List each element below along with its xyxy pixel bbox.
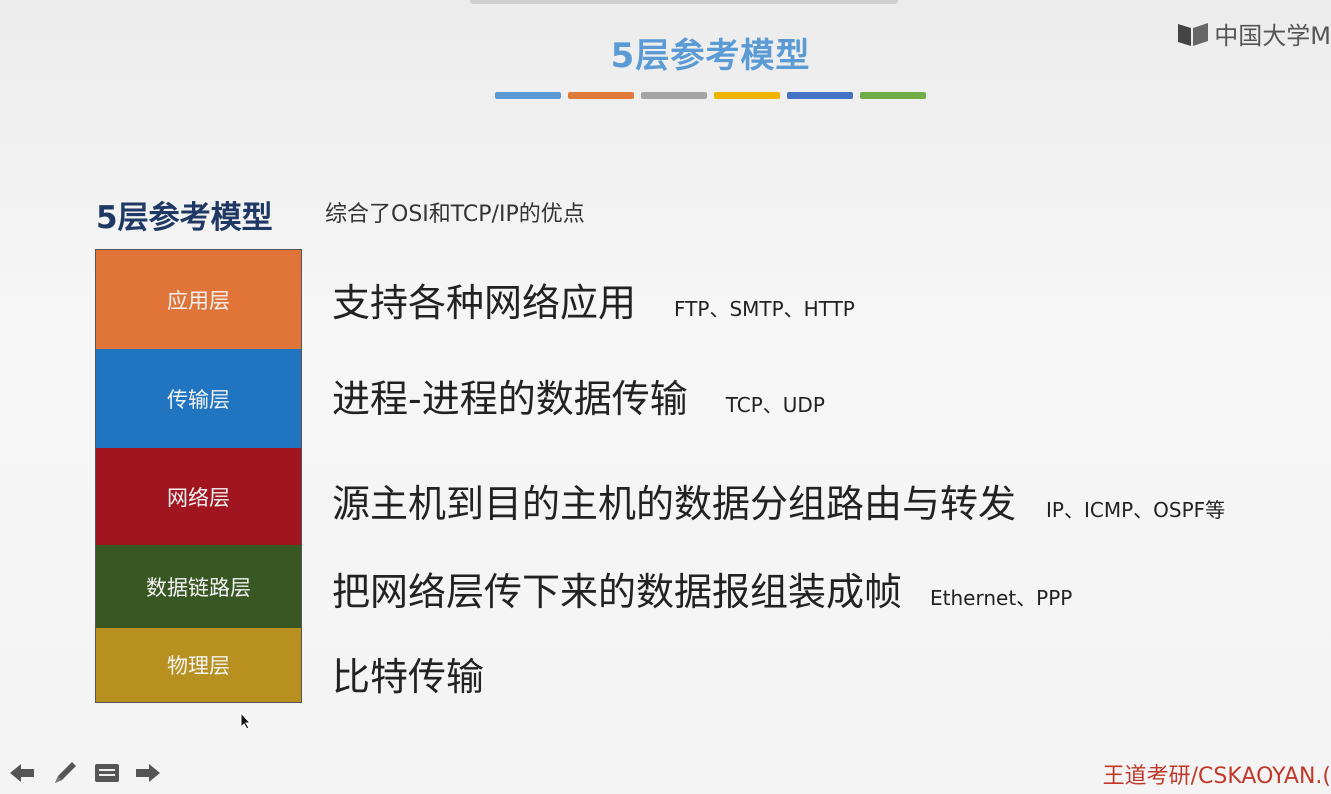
layer-physical: 物理层 bbox=[96, 628, 301, 702]
mouse-cursor-icon bbox=[240, 712, 252, 730]
layer-protocols: TCP、UDP bbox=[725, 393, 825, 417]
color-bar-segment bbox=[714, 92, 780, 99]
layer-protocols: Ethernet、PPP bbox=[930, 586, 1073, 610]
top-strip bbox=[470, 0, 898, 4]
layer-row: 支持各种网络应用 FTP、SMTP、HTTP bbox=[332, 272, 855, 327]
color-bar-segment bbox=[787, 92, 853, 99]
layer-label: 网络层 bbox=[167, 485, 230, 510]
page-subheading: 综合了OSI和TCP/IP的优点 bbox=[325, 202, 585, 227]
layer-description: 比特传输 bbox=[332, 655, 485, 699]
layer-label: 传输层 bbox=[167, 387, 230, 412]
layer-datalink: 数据链路层 bbox=[96, 545, 301, 628]
layer-network: 网络层 bbox=[96, 448, 301, 545]
page-heading: 5层参考模型 bbox=[96, 200, 273, 236]
layer-row: 把网络层传下来的数据报组装成帧 Ethernet、PPP bbox=[332, 561, 1072, 616]
arrow-left-icon[interactable] bbox=[8, 761, 36, 785]
watermark-text: 王道考研/CSKAOYAN.( bbox=[1102, 764, 1331, 789]
color-bar-segment bbox=[568, 92, 634, 99]
layer-protocols: FTP、SMTP、HTTP bbox=[674, 297, 855, 321]
layer-description: 把网络层传下来的数据报组装成帧 bbox=[332, 570, 903, 614]
layer-transport: 传输层 bbox=[96, 349, 301, 448]
layer-description: 源主机到目的主机的数据分组路由与转发 bbox=[332, 482, 1017, 526]
layer-protocols: IP、ICMP、OSPF等 bbox=[1046, 498, 1226, 522]
layer-stack: 应用层 传输层 网络层 数据链路层 物理层 bbox=[95, 249, 302, 703]
logo-text: 中国大学M bbox=[1214, 22, 1331, 50]
layer-application: 应用层 bbox=[96, 250, 301, 349]
color-bar-segment bbox=[860, 92, 926, 99]
layer-row: 进程-进程的数据传输 TCP、UDP bbox=[332, 368, 825, 423]
menu-icon[interactable] bbox=[94, 762, 120, 784]
arrow-right-icon[interactable] bbox=[134, 761, 162, 785]
slide-title: 5层参考模型 bbox=[610, 36, 811, 76]
book-logo-icon bbox=[1176, 20, 1210, 48]
layer-row: 源主机到目的主机的数据分组路由与转发 IP、ICMP、OSPF等 bbox=[332, 473, 1225, 528]
layer-description: 支持各种网络应用 bbox=[332, 281, 637, 325]
title-color-bar bbox=[495, 92, 933, 99]
pen-icon[interactable] bbox=[50, 758, 80, 788]
layer-description: 进程-进程的数据传输 bbox=[332, 377, 688, 421]
layer-label: 应用层 bbox=[167, 288, 230, 313]
layer-row: 比特传输 bbox=[332, 646, 484, 701]
layer-label: 数据链路层 bbox=[146, 575, 251, 600]
logo: 中国大学M bbox=[1176, 16, 1331, 51]
layer-label: 物理层 bbox=[167, 654, 230, 678]
color-bar-segment bbox=[495, 92, 561, 99]
slide-nav bbox=[8, 758, 176, 788]
color-bar-segment bbox=[641, 92, 707, 99]
